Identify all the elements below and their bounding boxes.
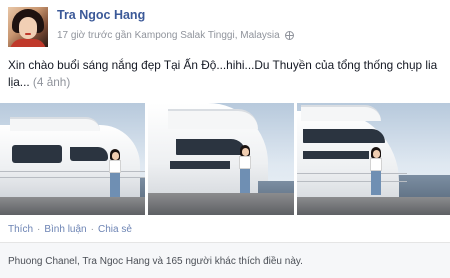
post-header: Tra Ngoc Hang 17 giờ trước gần Kampong S… <box>8 7 442 47</box>
photo-count-link[interactable]: (4 ảnh) <box>33 75 70 89</box>
photo-3[interactable] <box>297 103 450 215</box>
share-button[interactable]: Chia sẻ <box>98 224 132 235</box>
photo-1[interactable] <box>0 103 145 215</box>
post-actions: Thích · Bình luận · Chia sẻ <box>8 224 132 235</box>
separator: · <box>37 224 41 235</box>
post-time[interactable]: 17 giờ trước <box>57 30 112 41</box>
like-button[interactable]: Thích <box>8 224 33 235</box>
author-name[interactable]: Tra Ngoc Hang <box>57 8 145 22</box>
photo-2[interactable] <box>148 103 294 215</box>
status-text: Xin chào buổi sáng nắng đẹp Tại Ấn Độ...… <box>8 58 438 89</box>
post-meta: 17 giờ trước gần Kampong Salak Tinggi, M… <box>57 30 294 41</box>
separator: · <box>90 224 94 235</box>
facebook-post: Tra Ngoc Hang 17 giờ trước gần Kampong S… <box>0 0 450 278</box>
comment-button[interactable]: Bình luận <box>44 224 86 235</box>
likes-summary[interactable]: Phuong Chanel, Tra Ngoc Hang và 165 ngườ… <box>8 256 303 267</box>
status-text-block: Xin chào buổi sáng nắng đẹp Tại Ấn Độ...… <box>8 57 438 91</box>
post-location[interactable]: gần Kampong Salak Tinggi, Malaysia <box>115 30 280 41</box>
globe-icon[interactable] <box>284 31 294 40</box>
photo-grid <box>0 103 450 215</box>
author-avatar[interactable] <box>8 7 48 47</box>
